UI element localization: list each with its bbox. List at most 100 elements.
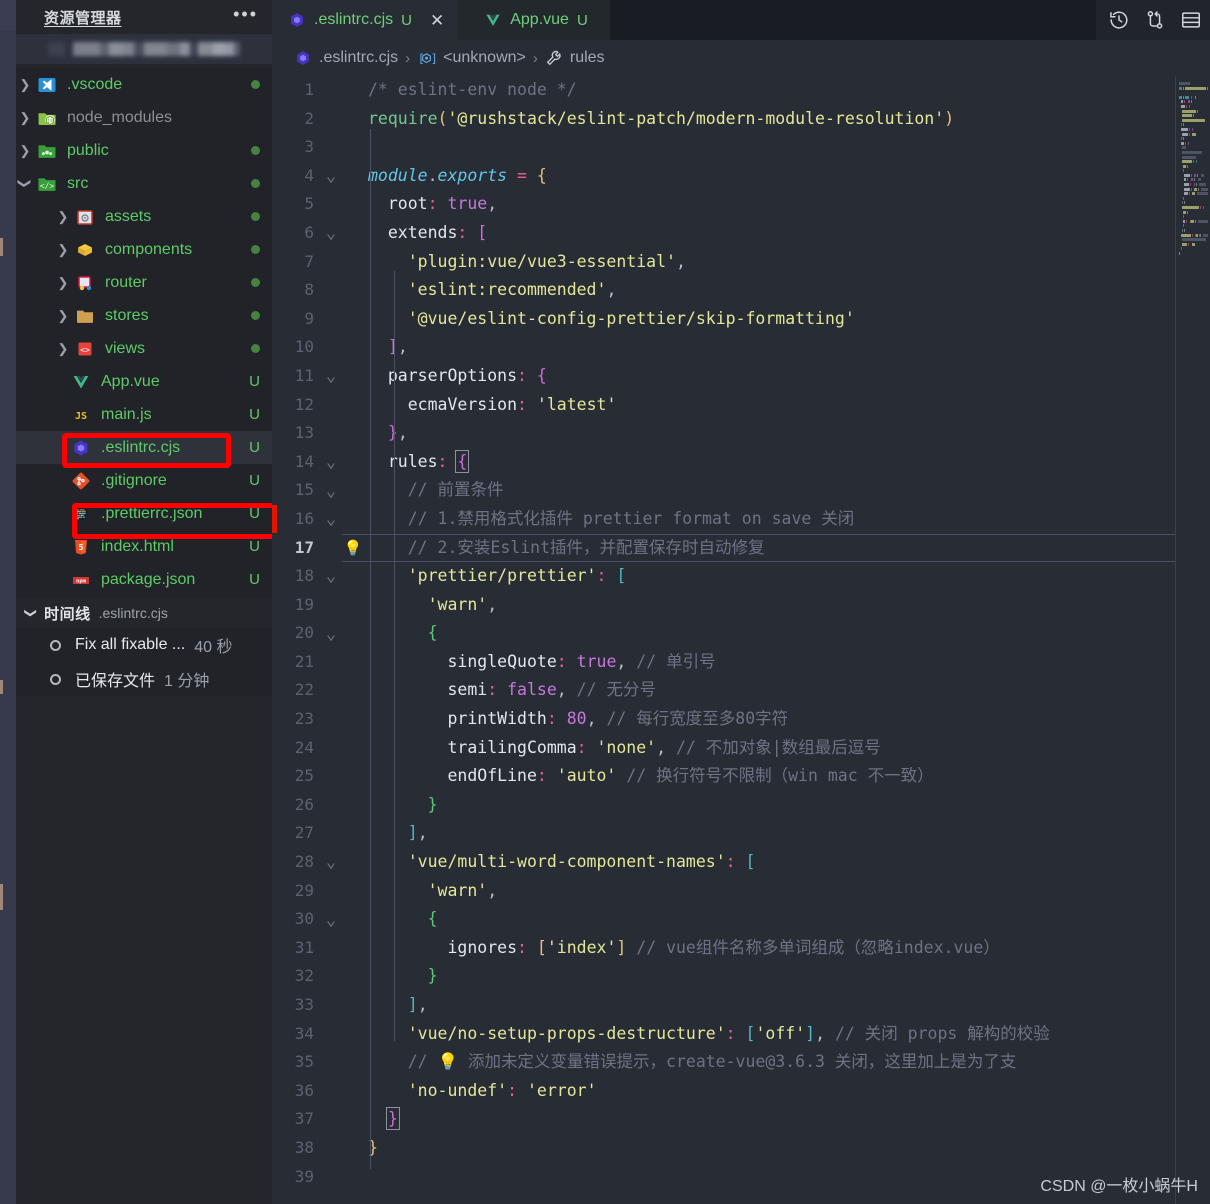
git-compare-icon[interactable] bbox=[1144, 9, 1166, 31]
code-line[interactable]: 27 ], bbox=[272, 819, 1210, 848]
chevron-right-icon[interactable]: ❯ bbox=[54, 342, 72, 355]
chevron-right-icon[interactable]: ❯ bbox=[54, 210, 72, 223]
chevron-right-icon[interactable]: ❯ bbox=[16, 111, 34, 124]
code-line[interactable]: 34 'vue/no-setup-props-destructure': ['o… bbox=[272, 1020, 1210, 1049]
code-line[interactable]: 31 ignores: ['index'] // vue组件名称多单词组成（忽略… bbox=[272, 934, 1210, 963]
tree-row-components[interactable]: ❯ components bbox=[16, 233, 272, 266]
svg-text:]: ] bbox=[431, 52, 436, 65]
tree-row-public[interactable]: ❯ public bbox=[16, 134, 272, 167]
code-line[interactable]: 26 } bbox=[272, 791, 1210, 820]
breadcrumb-item-file[interactable]: .eslintrc.cjs bbox=[319, 49, 398, 67]
editor-tab-bar[interactable]: .eslintrc.cjs U ✕ App.vue U bbox=[272, 0, 1210, 40]
code-line[interactable]: 17 💡 // 2.安装Eslint插件，并配置保存时自动修复 bbox=[272, 533, 1210, 563]
tree-row-assets[interactable]: ❯ assets bbox=[16, 200, 272, 233]
timeline-entry[interactable]: 已保存文件 1 分钟 bbox=[16, 662, 272, 696]
code-line[interactable]: 35 // 💡 添加未定义变量错误提示，create-vue@3.6.3 关闭，… bbox=[272, 1048, 1210, 1077]
chevron-right-icon[interactable]: ❯ bbox=[54, 276, 72, 289]
tree-row-main-js[interactable]: JS main.js U bbox=[16, 398, 272, 431]
code-line[interactable]: 20 ⌄ { bbox=[272, 619, 1210, 648]
code-line[interactable]: 7 'plugin:vue/vue3-essential', bbox=[272, 248, 1210, 277]
close-icon[interactable]: ✕ bbox=[430, 12, 444, 29]
chevron-right-icon[interactable]: ❯ bbox=[16, 78, 34, 91]
code-line[interactable]: 38} bbox=[272, 1134, 1210, 1163]
code-line[interactable]: 28 ⌄ 'vue/multi-word-component-names': [ bbox=[272, 848, 1210, 877]
editor-toolbar[interactable] bbox=[1096, 0, 1210, 40]
code-line[interactable]: 2 require('@rushstack/eslint-patch/modern… bbox=[272, 105, 1210, 134]
code-line[interactable]: 9 '@vue/eslint-config-prettier/skip-form… bbox=[272, 305, 1210, 334]
tree-row-eslintrc[interactable]: .eslintrc.cjs U bbox=[16, 431, 272, 464]
chevron-right-icon[interactable]: ❯ bbox=[54, 309, 72, 322]
file-tree[interactable]: ❯ .vscode ❯ js node_modules ❯ public ❯ <… bbox=[16, 68, 272, 598]
code-line[interactable]: 4 ⌄ module.exports = { bbox=[272, 162, 1210, 191]
tree-row-gitignore[interactable]: .gitignore U bbox=[16, 464, 272, 497]
tree-row-package-json[interactable]: npm package.json U bbox=[16, 563, 272, 596]
chevron-down-icon[interactable]: ❯ bbox=[24, 608, 38, 618]
code-token: parserOptions bbox=[387, 365, 518, 385]
tree-row-app-vue[interactable]: App.vue U bbox=[16, 365, 272, 398]
code-line[interactable]: 10 ], bbox=[272, 333, 1210, 362]
project-name-row[interactable] bbox=[16, 34, 272, 64]
fold-chevron-icon[interactable]: ⌄ bbox=[320, 625, 342, 642]
code-line[interactable]: 22 semi: false, // 无分号 bbox=[272, 676, 1210, 705]
timeline-entry[interactable]: Fix all fixable ... 40 秒 bbox=[16, 628, 272, 662]
tree-row-index-html[interactable]: 5 index.html U bbox=[16, 530, 272, 563]
code-line[interactable]: 33 ], bbox=[272, 991, 1210, 1020]
code-line[interactable]: 6 ⌄ extends: [ bbox=[272, 219, 1210, 248]
tree-row-router[interactable]: ❯ router bbox=[16, 266, 272, 299]
tree-row-views[interactable]: ❯ <> views bbox=[16, 332, 272, 365]
code-line[interactable]: 13 }, bbox=[272, 419, 1210, 448]
fold-chevron-icon[interactable]: ⌄ bbox=[320, 911, 342, 928]
code-line[interactable]: 12 ecmaVersion: 'latest' bbox=[272, 391, 1210, 420]
fold-chevron-icon[interactable]: ⌄ bbox=[320, 225, 342, 242]
tree-row-stores[interactable]: ❯ stores bbox=[16, 299, 272, 332]
minimap[interactable] bbox=[1175, 76, 1210, 1204]
code-lines[interactable]: 1 /* eslint-env node */ 2 require('@rushsta… bbox=[272, 76, 1210, 1191]
chevron-right-icon[interactable]: ❯ bbox=[16, 144, 34, 157]
fold-chevron-icon[interactable]: ⌄ bbox=[320, 368, 342, 385]
code-line[interactable]: 18 ⌄ 'prettier/prettier': [ bbox=[272, 562, 1210, 591]
timeline-header[interactable]: ❯ 时间线 .eslintrc.cjs bbox=[16, 598, 272, 628]
tree-row-prettierrc[interactable]: .prettierrc.json U bbox=[16, 497, 272, 530]
fold-chevron-icon[interactable]: ⌄ bbox=[320, 511, 342, 528]
tree-row-vscode[interactable]: ❯ .vscode bbox=[16, 68, 272, 101]
code-line[interactable]: 1 /* eslint-env node */ bbox=[272, 76, 1210, 105]
lightbulb-icon[interactable]: 💡 bbox=[342, 534, 364, 563]
code-line[interactable]: 29 'warn', bbox=[272, 877, 1210, 906]
code-line[interactable]: 19 'warn', bbox=[272, 591, 1210, 620]
history-icon[interactable] bbox=[1108, 9, 1130, 31]
tab-eslintrc[interactable]: .eslintrc.cjs U ✕ bbox=[272, 0, 459, 40]
code-line[interactable]: 5 root: true, bbox=[272, 190, 1210, 219]
split-layout-icon[interactable] bbox=[1180, 9, 1202, 31]
code-line[interactable]: 23 printWidth: 80, // 每行宽度至多80字符 bbox=[272, 705, 1210, 734]
code-line[interactable]: 32 } bbox=[272, 962, 1210, 991]
tree-row-src[interactable]: ❯ </> src bbox=[16, 167, 272, 200]
code-line[interactable]: 37 } bbox=[272, 1105, 1210, 1134]
code-line[interactable]: 3 bbox=[272, 133, 1210, 162]
timeline-list[interactable]: Fix all fixable ... 40 秒 已保存文件 1 分钟 bbox=[16, 628, 272, 696]
fold-chevron-icon[interactable]: ⌄ bbox=[320, 854, 342, 871]
code-line[interactable]: 21 singleQuote: true, // 单引号 bbox=[272, 648, 1210, 677]
code-line[interactable]: 30 ⌄ { bbox=[272, 905, 1210, 934]
fold-chevron-icon[interactable]: ⌄ bbox=[320, 168, 342, 185]
breadcrumb-item-rules[interactable]: rules bbox=[570, 49, 605, 67]
fold-chevron-icon[interactable]: ⌄ bbox=[320, 482, 342, 499]
breadcrumb[interactable]: .eslintrc.cjs › [ ] <unknown> › rules bbox=[272, 40, 1210, 76]
chevron-right-icon[interactable]: ❯ bbox=[54, 243, 72, 256]
breadcrumb-item-symbol[interactable]: <unknown> bbox=[443, 49, 526, 67]
fold-chevron-icon[interactable]: ⌄ bbox=[320, 454, 342, 471]
code-line[interactable]: 25 endOfLine: 'auto' // 换行符号不限制（win mac … bbox=[272, 762, 1210, 791]
code-line[interactable]: 16 ⌄ // 1.禁用格式化插件 prettier format on save… bbox=[272, 505, 1210, 534]
more-actions-icon[interactable]: ••• bbox=[233, 5, 258, 25]
tree-row-node-modules[interactable]: ❯ js node_modules bbox=[16, 101, 272, 134]
code-line[interactable]: 24 trailingComma: 'none', // 不加对象|数组最后逗号 bbox=[272, 734, 1210, 763]
code-line[interactable]: 36 'no-undef': 'error' bbox=[272, 1077, 1210, 1106]
code-editor[interactable]: 1 /* eslint-env node */ 2 require('@rushsta… bbox=[272, 76, 1210, 1204]
activity-bar[interactable] bbox=[0, 0, 16, 1204]
code-line[interactable]: 8 'eslint:recommended', bbox=[272, 276, 1210, 305]
tab-app-vue[interactable]: App.vue U bbox=[458, 0, 610, 40]
code-line[interactable]: 15 ⌄ // 前置条件 bbox=[272, 476, 1210, 505]
code-line[interactable]: 11 ⌄ parserOptions: { bbox=[272, 362, 1210, 391]
code-line[interactable]: 14 ⌄ rules: { bbox=[272, 448, 1210, 477]
chevron-down-icon[interactable]: ❯ bbox=[18, 175, 33, 193]
fold-chevron-icon[interactable]: ⌄ bbox=[320, 568, 342, 585]
